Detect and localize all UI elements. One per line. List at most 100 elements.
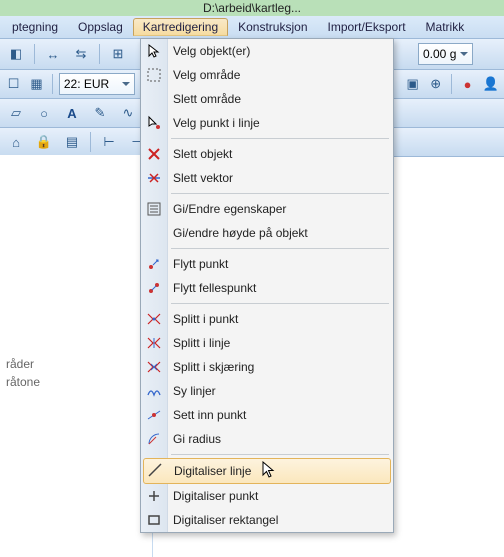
menu-item-label: Digitaliser linje <box>174 464 251 478</box>
tool-btn-1[interactable]: ◧ <box>4 42 28 66</box>
tool-btn-c[interactable]: ▣ <box>403 72 422 96</box>
window-title-strip: D:\arbeid\kartleg... <box>0 0 504 16</box>
menu-separator <box>171 248 389 249</box>
tool-snap1-icon[interactable]: ⊢ <box>97 130 121 154</box>
tool-btn-b[interactable]: ▦ <box>27 72 46 96</box>
menu-item[interactable]: Gi radius <box>141 427 393 451</box>
menu-item-label: Gi radius <box>173 432 221 446</box>
tool-measure-icon[interactable]: ✎ <box>88 101 112 125</box>
kartredigering-menu: Velg objekt(er) Velg område Slett område Ve… <box>140 38 394 533</box>
menu-item[interactable]: Gi/endre høyde på objekt <box>141 221 393 245</box>
value-dropdown[interactable]: 0.00 g <box>418 43 473 65</box>
menubar: ptegningOppslagKartredigeringKonstruksjo… <box>0 16 504 39</box>
tool-btn-f[interactable]: 👤 <box>481 72 500 96</box>
tool-layers-icon[interactable]: ▤ <box>60 130 84 154</box>
menubar-item[interactable]: Oppslag <box>68 18 133 36</box>
layer-dropdown[interactable]: 22: EUR <box>59 73 135 95</box>
delete-x-icon <box>145 145 163 163</box>
menu-item[interactable]: Flytt punkt <box>141 252 393 276</box>
menu-item[interactable]: Slett område <box>141 87 393 111</box>
split-line-icon <box>145 334 163 352</box>
menu-item[interactable]: Gi/Endre egenskaper <box>141 197 393 221</box>
menu-item-label: Digitaliser punkt <box>173 489 258 503</box>
blank-icon <box>145 224 163 242</box>
menu-item-label: Sett inn punkt <box>173 408 246 422</box>
menubar-item[interactable]: Matrikk <box>416 18 475 36</box>
rectangle-icon <box>145 511 163 529</box>
menu-item[interactable]: Sy linjer <box>141 379 393 403</box>
left-panel-line: råder <box>6 355 146 373</box>
menubar-item[interactable]: ptegning <box>2 18 68 36</box>
menu-item[interactable]: Velg objekt(er) <box>141 39 393 63</box>
separator <box>34 44 35 64</box>
left-panel-line: råtone <box>6 373 146 391</box>
tool-btn-a[interactable]: ☐ <box>4 72 23 96</box>
menu-item[interactable]: Splitt i skjæring <box>141 355 393 379</box>
menu-item[interactable]: Splitt i linje <box>141 331 393 355</box>
tool-btn-4[interactable]: ⊞ <box>106 42 130 66</box>
menu-item-label: Gi/endre høyde på objekt <box>173 226 308 240</box>
left-panel: råder råtone <box>0 155 153 557</box>
menu-item-label: Gi/Endre egenskaper <box>173 202 286 216</box>
tool-square-icon[interactable]: ▱ <box>4 101 28 125</box>
cursor-icon <box>145 42 163 60</box>
menu-item[interactable]: Slett objekt <box>141 142 393 166</box>
point-cursor-icon <box>145 114 163 132</box>
menu-item[interactable]: Digitaliser punkt <box>141 484 393 508</box>
move-shared-point-icon <box>145 279 163 297</box>
menu-item[interactable]: Velg område <box>141 63 393 87</box>
split-point-icon <box>145 310 163 328</box>
tool-path-icon[interactable]: ∿ <box>116 101 140 125</box>
menu-item[interactable]: Flytt fellespunkt <box>141 276 393 300</box>
menu-item[interactable]: Sett inn punkt <box>141 403 393 427</box>
tool-btn-3[interactable]: ⇆ <box>69 42 93 66</box>
tool-btn-d[interactable]: ⊕ <box>426 72 445 96</box>
properties-icon <box>145 200 163 218</box>
menu-item-label: Velg objekt(er) <box>173 44 250 58</box>
menu-item[interactable]: Velg punkt i linje <box>141 111 393 135</box>
menu-item-label: Slett vektor <box>173 171 233 185</box>
menu-item-label: Flytt fellespunkt <box>173 281 256 295</box>
delete-vector-icon <box>145 169 163 187</box>
separator <box>99 44 100 64</box>
menu-item[interactable]: Splitt i punkt <box>141 307 393 331</box>
tool-btn-2[interactable]: ↔ <box>41 42 65 66</box>
menubar-item[interactable]: Import/Eksport <box>318 18 416 36</box>
line-icon <box>146 461 164 479</box>
sew-lines-icon <box>145 382 163 400</box>
menubar-item[interactable]: Kartredigering <box>133 18 228 36</box>
menu-item-label: Flytt punkt <box>173 257 228 271</box>
separator <box>90 132 91 152</box>
menu-item-label: Velg punkt i linje <box>173 116 260 130</box>
menu-item-label: Splitt i skjæring <box>173 360 254 374</box>
menu-item-label: Splitt i punkt <box>173 312 238 326</box>
tool-text-icon[interactable]: A <box>60 101 84 125</box>
menu-separator <box>171 138 389 139</box>
marquee-icon <box>145 66 163 84</box>
tool-lock-icon[interactable]: 🔒 <box>32 130 56 154</box>
menu-separator <box>171 193 389 194</box>
menu-item-label: Splitt i linje <box>173 336 230 350</box>
separator <box>451 74 452 94</box>
menu-item-label: Slett område <box>173 92 241 106</box>
plus-icon <box>145 487 163 505</box>
separator <box>52 74 53 94</box>
menu-item[interactable]: Digitaliser linje <box>143 458 391 484</box>
radius-icon <box>145 430 163 448</box>
menu-item-label: Sy linjer <box>173 384 216 398</box>
tool-home-icon[interactable]: ⌂ <box>4 130 28 154</box>
tool-btn-e[interactable]: ● <box>458 72 477 96</box>
menubar-item[interactable]: Konstruksjon <box>228 18 317 36</box>
menu-separator <box>171 303 389 304</box>
menu-separator <box>171 454 389 455</box>
blank-icon <box>145 90 163 108</box>
menu-item-label: Velg område <box>173 68 240 82</box>
menu-item-label: Digitaliser rektangel <box>173 513 278 527</box>
insert-point-icon <box>145 406 163 424</box>
split-intersection-icon <box>145 358 163 376</box>
menu-item[interactable]: Digitaliser rektangel <box>141 508 393 532</box>
move-point-icon <box>145 255 163 273</box>
menu-item-label: Slett objekt <box>173 147 232 161</box>
menu-item[interactable]: Slett vektor <box>141 166 393 190</box>
tool-circle-icon[interactable]: ○ <box>32 101 56 125</box>
